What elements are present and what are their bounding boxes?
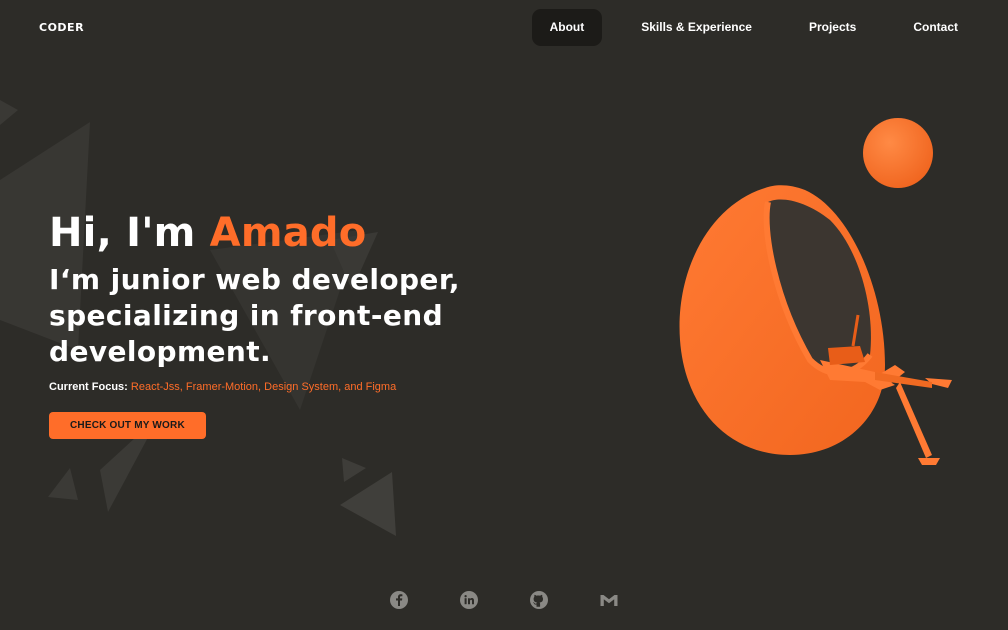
- nav-item-contact[interactable]: Contact: [895, 9, 976, 46]
- social-links: [389, 590, 619, 610]
- laptop: [828, 346, 865, 365]
- hero-section: Hi, I'm Amado I‘m junior web developer, …: [49, 208, 519, 439]
- developer-egg-chair-illustration: [679, 118, 952, 465]
- github-icon[interactable]: [529, 590, 549, 610]
- main-nav: About Skills & Experience Projects Conta…: [511, 9, 976, 46]
- nav-item-skills-experience[interactable]: Skills & Experience: [623, 9, 770, 46]
- hero-title: Hi, I'm Amado: [49, 208, 519, 258]
- current-focus: Current Focus: React-Jss, Framer-Motion,…: [49, 379, 519, 395]
- chair-stand: [896, 382, 932, 458]
- check-out-my-work-button[interactable]: CHECK OUT MY WORK: [49, 412, 206, 439]
- gmail-icon[interactable]: [599, 590, 619, 610]
- orange-ball: [863, 118, 933, 188]
- hero-subtitle: I‘m junior web developer, specializing i…: [49, 263, 460, 368]
- hero-name: Amado: [209, 210, 367, 256]
- focus-label: Current Focus:: [49, 381, 128, 393]
- bg-triangle: [0, 100, 18, 125]
- hero-greeting: Hi, I'm: [49, 210, 210, 256]
- page: CODER About Skills & Experience Projects…: [0, 0, 1008, 630]
- nav-item-about[interactable]: About: [531, 9, 603, 46]
- nav-item-projects[interactable]: Projects: [791, 9, 874, 46]
- bg-triangle: [340, 472, 396, 536]
- bg-triangle: [48, 468, 78, 500]
- chair-foot: [918, 458, 940, 465]
- logo[interactable]: CODER: [39, 21, 84, 34]
- focus-text: React-Jss, Framer-Motion, Design System,…: [130, 381, 397, 393]
- bg-triangle: [342, 458, 366, 482]
- linkedin-icon[interactable]: [459, 590, 479, 610]
- facebook-icon[interactable]: [389, 590, 409, 610]
